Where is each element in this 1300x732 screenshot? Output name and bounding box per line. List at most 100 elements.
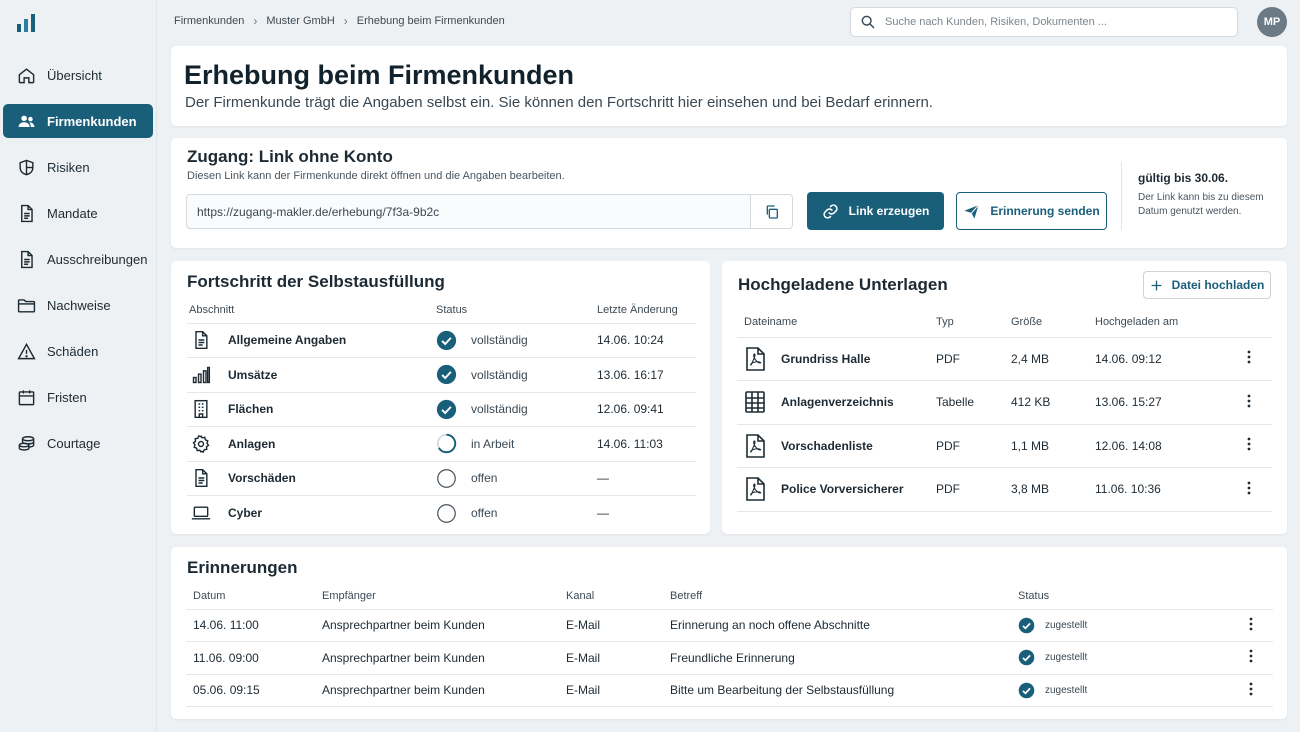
table-row[interactable]: Anlagen in Arbeit 14.06. 11:03	[187, 426, 696, 462]
avatar[interactable]: MP	[1257, 7, 1287, 37]
table-row[interactable]: Vorschadenliste PDF 1,1 MB 12.06. 14:08	[737, 424, 1272, 468]
table-row[interactable]: Anlagenverzeichnis Tabelle 412 KB 13.06.…	[737, 380, 1272, 425]
file-type: PDF	[929, 424, 1004, 468]
column-header: Empfänger	[315, 583, 559, 610]
sidebar-item-firmenkunden[interactable]: Firmenkunden	[3, 104, 153, 138]
reminder-date: 11.06. 09:00	[186, 641, 315, 675]
reminders-table: Datum Empfänger Kanal Betreff Status 14.…	[186, 583, 1273, 707]
table-row[interactable]: Vorschäden offen —	[187, 461, 696, 496]
section-name: Allgemeine Angaben	[228, 333, 347, 348]
bar-chart-icon	[192, 366, 211, 383]
more-vertical-icon[interactable]	[1243, 616, 1259, 632]
link-validity: gültig bis 30.06. Der Link kann bis zu d…	[1121, 162, 1281, 230]
table-row[interactable]: Flächen vollständig 12.06. 09:41	[187, 392, 696, 427]
table-row[interactable]: Grundriss Halle PDF 2,4 MB 14.06. 09:12	[737, 337, 1272, 381]
file-name[interactable]: Vorschadenliste	[781, 439, 873, 453]
more-vertical-icon[interactable]	[1241, 393, 1257, 409]
file-uploaded: 14.06. 09:12	[1088, 337, 1234, 381]
more-vertical-icon[interactable]	[1243, 681, 1259, 697]
more-vertical-icon[interactable]	[1241, 480, 1257, 496]
sidebar-item-courtage[interactable]: Courtage	[3, 426, 153, 460]
coins-icon	[18, 435, 35, 451]
validity-text: Der Link kann bis zu diesem Datum genutz…	[1138, 192, 1264, 217]
check-circle-icon	[436, 330, 457, 350]
sidebar-item-fristen[interactable]: Fristen	[3, 380, 153, 414]
plus-icon	[1151, 280, 1162, 290]
progress-table: Abschnitt Status Letzte Änderung Allgeme…	[187, 297, 696, 530]
sidebar-item-risiken[interactable]: Risiken	[3, 150, 153, 184]
status-text: zugestellt	[1045, 652, 1088, 664]
pdf-file-icon	[746, 433, 765, 458]
pdf-file-icon	[746, 346, 765, 371]
table-row[interactable]: 14.06. 11:00 Ansprechpartner beim Kunden…	[186, 609, 1273, 642]
column-header: Typ	[929, 308, 1004, 338]
reminder-subject: Freundliche Erinnerung	[663, 641, 1011, 675]
link-url[interactable]: https://zugang-makler.de/erhebung/7f3a-9…	[187, 205, 750, 219]
status-text: zugestellt	[1045, 619, 1088, 631]
section-name: Vorschäden	[228, 471, 296, 486]
file-name[interactable]: Grundriss Halle	[781, 352, 870, 366]
sidebar-item-mandate[interactable]: Mandate	[3, 196, 153, 230]
file-name[interactable]: Police Vorversicherer	[781, 482, 904, 496]
progress-card: Fortschritt der Selbstausfüllung Abschni…	[171, 261, 710, 534]
column-header: Kanal	[559, 583, 663, 610]
table-row[interactable]: 05.06. 09:15 Ansprechpartner beim Kunden…	[186, 674, 1273, 707]
in-progress-icon	[436, 434, 457, 454]
table-row[interactable]: 11.06. 09:00 Ansprechpartner beim Kunden…	[186, 641, 1273, 675]
laptop-icon	[191, 506, 211, 520]
sidebar-item-ausschreibungen[interactable]: Ausschreibungen	[3, 242, 153, 276]
sidebar-item-label: Nachweise	[47, 297, 111, 313]
sidebar-nav: Übersicht Firmenkunden Risiken Mandate A…	[3, 58, 153, 472]
last-changed: —	[597, 461, 696, 496]
copy-link-button[interactable]	[750, 195, 792, 228]
reminders-card: Erinnerungen Datum Empfänger Kanal Betre…	[171, 547, 1287, 719]
more-vertical-icon[interactable]	[1243, 648, 1259, 664]
file-type: PDF	[929, 337, 1004, 381]
sidebar-item-uebersicht[interactable]: Übersicht	[3, 58, 153, 92]
sidebar-item-label: Übersicht	[47, 67, 102, 83]
document-icon	[195, 331, 208, 350]
calendar-icon	[18, 389, 35, 405]
more-vertical-icon[interactable]	[1241, 349, 1257, 365]
sidebar-item-label: Firmenkunden	[47, 113, 137, 129]
last-changed: 14.06. 10:24	[597, 323, 696, 358]
column-header: Status	[436, 297, 597, 324]
sidebar-item-schaeden[interactable]: Schäden	[3, 334, 153, 368]
breadcrumb-item[interactable]: Muster GmbH	[266, 15, 334, 27]
reminders-title: Erinnerungen	[187, 558, 298, 577]
search-icon	[861, 15, 875, 29]
link-field: https://zugang-makler.de/erhebung/7f3a-9…	[186, 194, 793, 229]
check-circle-icon	[1018, 617, 1035, 634]
table-row[interactable]: Allgemeine Angaben vollständig 14.06. 10…	[187, 323, 696, 358]
generate-link-button[interactable]: Link erzeugen	[807, 192, 944, 230]
building-icon	[194, 400, 208, 419]
search-input[interactable]	[885, 16, 1225, 28]
page-title: Erhebung beim Firmenkunden	[184, 60, 575, 90]
last-changed: —	[597, 506, 609, 520]
access-description: Diesen Link kann der Firmenkunde direkt …	[187, 170, 565, 182]
send-reminder-label: Erinnerung senden	[990, 204, 1100, 218]
column-header: Dateiname	[737, 308, 929, 338]
file-name[interactable]: Anlagenverzeichnis	[781, 395, 894, 409]
sidebar-item-label: Risiken	[47, 159, 90, 175]
column-header: Datum	[186, 583, 315, 610]
file-type: PDF	[929, 467, 1004, 512]
home-icon	[18, 67, 35, 83]
table-row[interactable]: Police Vorversicherer PDF 3,8 MB 11.06. …	[737, 467, 1272, 512]
more-vertical-icon[interactable]	[1241, 436, 1257, 452]
upload-file-button[interactable]: Datei hochladen	[1143, 271, 1271, 299]
send-icon	[964, 204, 980, 219]
table-row[interactable]: Umsätze vollständig 13.06. 16:17	[187, 357, 696, 393]
sidebar: Übersicht Firmenkunden Risiken Mandate A…	[0, 0, 157, 732]
table-row[interactable]: Cyber offen —	[187, 496, 696, 531]
sidebar-item-label: Schäden	[47, 343, 99, 359]
reminder-date: 05.06. 09:15	[186, 674, 315, 707]
sidebar-item-nachweise[interactable]: Nachweise	[3, 288, 153, 322]
column-header: Abschnitt	[187, 297, 436, 324]
copy-icon	[766, 204, 778, 219]
section-name: Umsätze	[228, 367, 278, 382]
reminder-recipient: Ansprechpartner beim Kunden	[315, 674, 559, 707]
send-reminder-button[interactable]: Erinnerung senden	[956, 192, 1107, 230]
app-logo-icon[interactable]	[16, 13, 36, 33]
breadcrumb-item[interactable]: Firmenkunden	[174, 15, 244, 27]
